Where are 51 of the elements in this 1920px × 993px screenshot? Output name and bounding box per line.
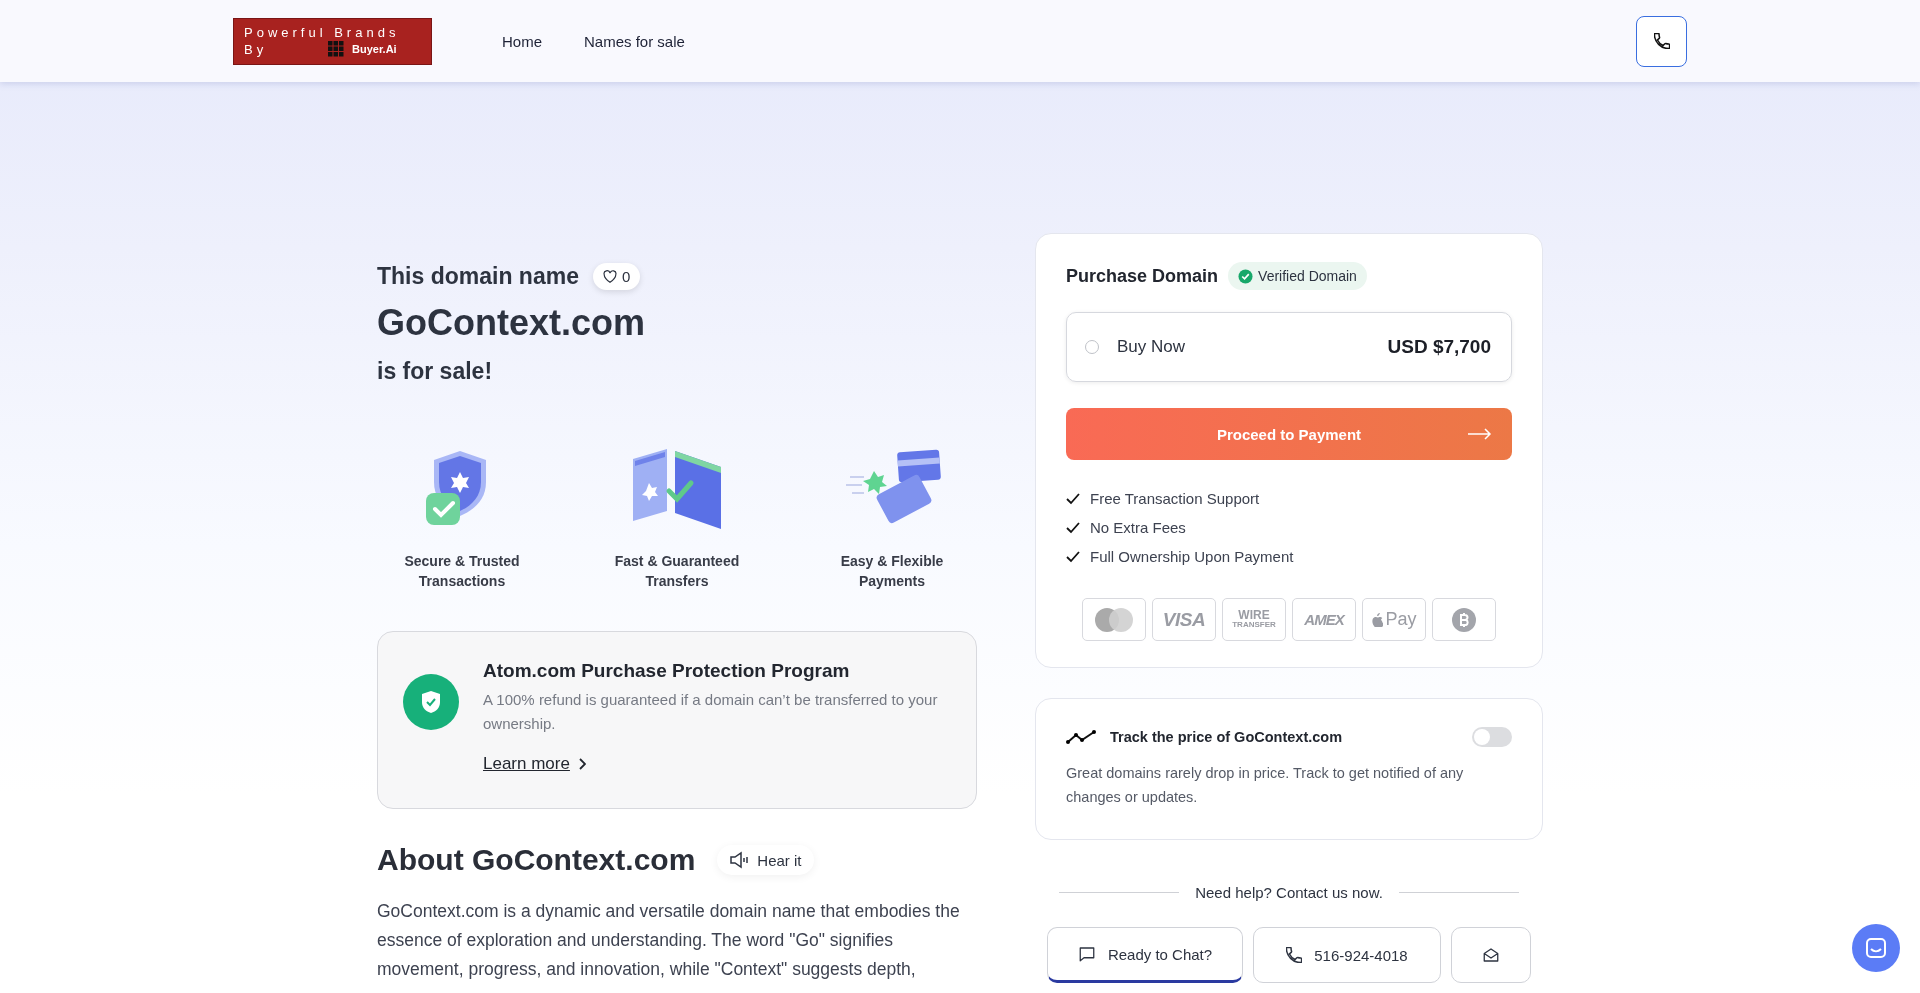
buy-now-option[interactable]: Buy Now USD $7,700	[1066, 312, 1512, 382]
hear-it-button[interactable]: Hear it	[717, 845, 814, 875]
bitcoin-logo	[1432, 598, 1496, 641]
call-button[interactable]	[1636, 15, 1687, 67]
for-sale-text: is for sale!	[377, 358, 494, 385]
perk-text: Full Ownership Upon Payment	[1090, 548, 1294, 565]
chat-bubble-icon	[1865, 937, 1887, 959]
track-title: Track the price of GoContext.com	[1110, 729, 1343, 745]
nav-link[interactable]: Home	[502, 32, 542, 50]
feature-label: Secure & Trusted Transactions	[403, 552, 521, 591]
chat-button[interactable]: Ready to Chat?	[1047, 927, 1243, 983]
nav-link[interactable]: Names for sale	[584, 32, 685, 50]
help-text: Need help? Contact us now.	[1195, 884, 1383, 901]
email-button[interactable]	[1451, 927, 1531, 983]
checkmark-icon	[1066, 550, 1080, 563]
envelope-icon	[1482, 946, 1500, 964]
protection-text: A 100% refund is guaranteed if a domain can’t be transferred to your ownership.	[483, 690, 939, 734]
about-heading: About GoContext.com	[377, 843, 696, 877]
learn-more-link[interactable]: Learn more	[483, 754, 586, 774]
amex-logo: AMEX	[1292, 598, 1356, 641]
track-text: Great domains rarely drop in price. Track to get notified of any changes or updates.	[1066, 764, 1465, 807]
intro-text: This domain name	[377, 263, 579, 290]
chat-icon	[1077, 945, 1096, 963]
shield-icon	[403, 674, 459, 730]
about-paragraph: GoContext.com is a dynamic and versatile domain name that embodies the essence of exploration and understanding. The word "Go" signifies movement, progress, and innovation, while "Context" suggests depth,	[377, 900, 961, 981]
chevron-right-icon	[577, 758, 586, 770]
heart-icon	[602, 270, 617, 283]
arrow-right-icon	[1468, 428, 1492, 440]
mastercard-logo	[1082, 598, 1146, 641]
wire-transfer-logo: WIRE TRANSFER	[1222, 598, 1286, 641]
phone-icon	[1286, 947, 1303, 963]
trend-line-icon	[1066, 730, 1098, 744]
protection-title: Atom.com Purchase Protection Program	[483, 660, 851, 682]
brand-logo[interactable]: Powerful Brands By Buyer.Ai	[233, 17, 432, 65]
like-button[interactable]: 0	[592, 263, 641, 290]
feature-label: Fast & Guaranteed Transfers	[613, 552, 741, 591]
perk-text: No Extra Fees	[1090, 519, 1186, 536]
chat-launcher-button[interactable]	[1852, 924, 1900, 972]
checkmark-icon	[1066, 492, 1080, 505]
apple-pay-logo: Pay	[1362, 598, 1426, 641]
track-toggle[interactable]	[1472, 727, 1512, 747]
checkmark-icon	[1066, 521, 1080, 534]
domain-name: GoContext.com	[377, 302, 646, 344]
speaker-icon	[729, 851, 750, 869]
perk-text: Free Transaction Support	[1090, 490, 1260, 507]
phone-icon	[1653, 33, 1670, 49]
verified-badge: Verified Domain	[1228, 262, 1367, 290]
phone-button[interactable]: 516-924-4018	[1253, 927, 1441, 983]
visa-logo: VISA	[1152, 598, 1216, 641]
feature-label: Easy & Flexible Payments	[839, 552, 945, 591]
purchase-title: Purchase Domain	[1066, 265, 1219, 287]
